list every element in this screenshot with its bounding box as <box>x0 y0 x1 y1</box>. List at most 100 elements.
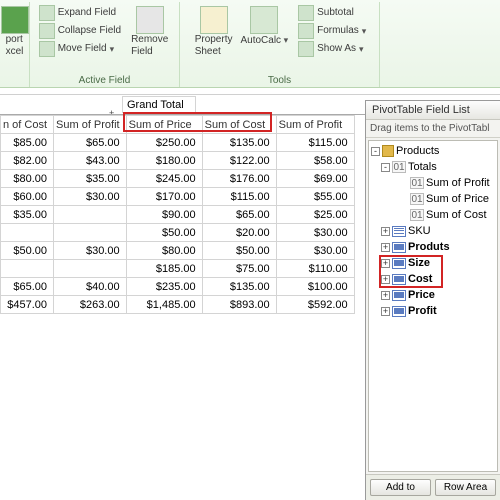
table-cell[interactable] <box>54 260 127 278</box>
table-cell[interactable]: $115.00 <box>202 188 276 206</box>
column-header[interactable]: n of Cost <box>1 116 54 134</box>
table-row[interactable]: $85.00$65.00$250.00$135.00$115.00 <box>1 134 355 152</box>
expander-icon[interactable]: + <box>381 307 390 316</box>
tree-node[interactable]: -Products <box>371 143 495 159</box>
autocalc-icon <box>250 6 278 34</box>
property-sheet-button[interactable]: Property Sheet <box>191 4 237 60</box>
show-as-button[interactable]: Show As <box>296 40 368 58</box>
table-cell[interactable] <box>54 206 127 224</box>
tree-node[interactable]: +Cost <box>371 271 495 287</box>
grand-total-header[interactable]: Grand Total <box>122 96 196 113</box>
table-cell[interactable]: $176.00 <box>202 170 276 188</box>
collapse-field-button[interactable]: Collapse Field <box>37 22 123 40</box>
table-cell[interactable]: $60.00 <box>1 188 54 206</box>
table-cell[interactable]: $40.00 <box>54 278 127 296</box>
column-header[interactable]: Sum of Profit <box>276 116 354 134</box>
table-row[interactable]: $35.00 $90.00$65.00$25.00 <box>1 206 355 224</box>
table-cell[interactable]: $263.00 <box>54 296 127 314</box>
table-cell[interactable]: $65.00 <box>202 206 276 224</box>
table-cell[interactable]: $30.00 <box>54 242 127 260</box>
expander-icon[interactable]: - <box>381 163 390 172</box>
expand-field-button[interactable]: Expand Field <box>37 4 123 22</box>
table-cell[interactable]: $90.00 <box>126 206 202 224</box>
table-cell[interactable]: $100.00 <box>276 278 354 296</box>
pivot-table[interactable]: n of CostSum of ProfitSum of PriceSum of… <box>0 115 355 314</box>
table-cell[interactable]: $122.00 <box>202 152 276 170</box>
table-cell[interactable]: $30.00 <box>276 224 354 242</box>
table-cell[interactable]: $35.00 <box>1 206 54 224</box>
table-cell[interactable]: $30.00 <box>276 242 354 260</box>
export-excel-button[interactable]: port xcel <box>0 4 33 60</box>
table-cell[interactable]: $110.00 <box>276 260 354 278</box>
remove-field-button[interactable]: Remove Field <box>127 4 172 60</box>
expander-icon[interactable]: + <box>381 275 390 284</box>
table-cell[interactable]: $180.00 <box>126 152 202 170</box>
tree-node[interactable]: +SKU <box>371 223 495 239</box>
expander-icon[interactable]: + <box>381 243 390 252</box>
table-row[interactable]: $60.00$30.00$170.00$115.00$55.00 <box>1 188 355 206</box>
table-cell[interactable]: $75.00 <box>202 260 276 278</box>
table-cell[interactable]: $50.00 <box>202 242 276 260</box>
table-cell[interactable]: $43.00 <box>54 152 127 170</box>
tree-node[interactable]: +Profit <box>371 303 495 319</box>
table-cell[interactable]: $80.00 <box>126 242 202 260</box>
table-cell[interactable]: $235.00 <box>126 278 202 296</box>
subtotal-button[interactable]: Subtotal <box>296 4 368 22</box>
move-field-button[interactable]: Move Field <box>37 40 123 58</box>
table-cell[interactable]: $50.00 <box>1 242 54 260</box>
table-row[interactable]: $50.00$20.00$30.00 <box>1 224 355 242</box>
add-to-button[interactable]: Add to <box>370 479 431 496</box>
table-cell[interactable]: $250.00 <box>126 134 202 152</box>
table-cell[interactable]: $58.00 <box>276 152 354 170</box>
table-cell[interactable]: $592.00 <box>276 296 354 314</box>
tree-node[interactable]: 01Sum of Profit <box>371 175 495 191</box>
column-header[interactable]: Sum of Price <box>126 116 202 134</box>
table-cell[interactable]: $85.00 <box>1 134 54 152</box>
tree-node[interactable]: +Price <box>371 287 495 303</box>
autocalc-button[interactable]: AutoCalc <box>236 4 292 60</box>
table-cell[interactable]: $35.00 <box>54 170 127 188</box>
table-row[interactable]: $80.00$35.00$245.00$176.00$69.00 <box>1 170 355 188</box>
table-cell[interactable]: $115.00 <box>276 134 354 152</box>
table-cell[interactable]: $185.00 <box>126 260 202 278</box>
table-cell[interactable] <box>54 224 127 242</box>
column-header[interactable]: Sum of Profit <box>54 116 127 134</box>
table-cell[interactable]: $65.00 <box>1 278 54 296</box>
table-cell[interactable]: $80.00 <box>1 170 54 188</box>
table-cell[interactable]: $30.00 <box>54 188 127 206</box>
table-row[interactable]: $65.00$40.00$235.00$135.00$100.00 <box>1 278 355 296</box>
table-cell[interactable]: $457.00 <box>1 296 54 314</box>
table-cell[interactable]: $69.00 <box>276 170 354 188</box>
table-cell[interactable]: $893.00 <box>202 296 276 314</box>
table-cell[interactable] <box>1 260 54 278</box>
table-cell[interactable]: $135.00 <box>202 278 276 296</box>
table-row[interactable]: $50.00$30.00$80.00$50.00$30.00 <box>1 242 355 260</box>
tree-node[interactable]: -01Totals <box>371 159 495 175</box>
table-cell[interactable] <box>1 224 54 242</box>
tree-node[interactable]: 01Sum of Price <box>371 191 495 207</box>
table-cell[interactable]: $20.00 <box>202 224 276 242</box>
row-area-button[interactable]: Row Area <box>435 479 496 496</box>
table-row[interactable]: $457.00$263.00$1,485.00$893.00$592.00 <box>1 296 355 314</box>
table-cell[interactable]: $135.00 <box>202 134 276 152</box>
expander-icon[interactable]: + <box>381 227 390 236</box>
formulas-button[interactable]: Formulas <box>296 22 368 40</box>
expander-icon[interactable]: + <box>381 259 390 268</box>
expander-icon[interactable]: - <box>371 147 380 156</box>
table-cell[interactable]: $82.00 <box>1 152 54 170</box>
table-row[interactable]: $82.00$43.00$180.00$122.00$58.00 <box>1 152 355 170</box>
table-cell[interactable]: $25.00 <box>276 206 354 224</box>
table-cell[interactable]: $170.00 <box>126 188 202 206</box>
field-tree[interactable]: -Products-01Totals01Sum of Profit01Sum o… <box>368 140 498 472</box>
tree-node[interactable]: +Produts <box>371 239 495 255</box>
table-cell[interactable]: $65.00 <box>54 134 127 152</box>
expander-icon[interactable]: + <box>381 291 390 300</box>
table-cell[interactable]: $50.00 <box>126 224 202 242</box>
table-row[interactable]: $185.00$75.00$110.00 <box>1 260 355 278</box>
table-cell[interactable]: $55.00 <box>276 188 354 206</box>
tree-node[interactable]: +Size <box>371 255 495 271</box>
column-header[interactable]: Sum of Cost <box>202 116 276 134</box>
table-cell[interactable]: $245.00 <box>126 170 202 188</box>
table-cell[interactable]: $1,485.00 <box>126 296 202 314</box>
tree-node[interactable]: 01Sum of Cost <box>371 207 495 223</box>
